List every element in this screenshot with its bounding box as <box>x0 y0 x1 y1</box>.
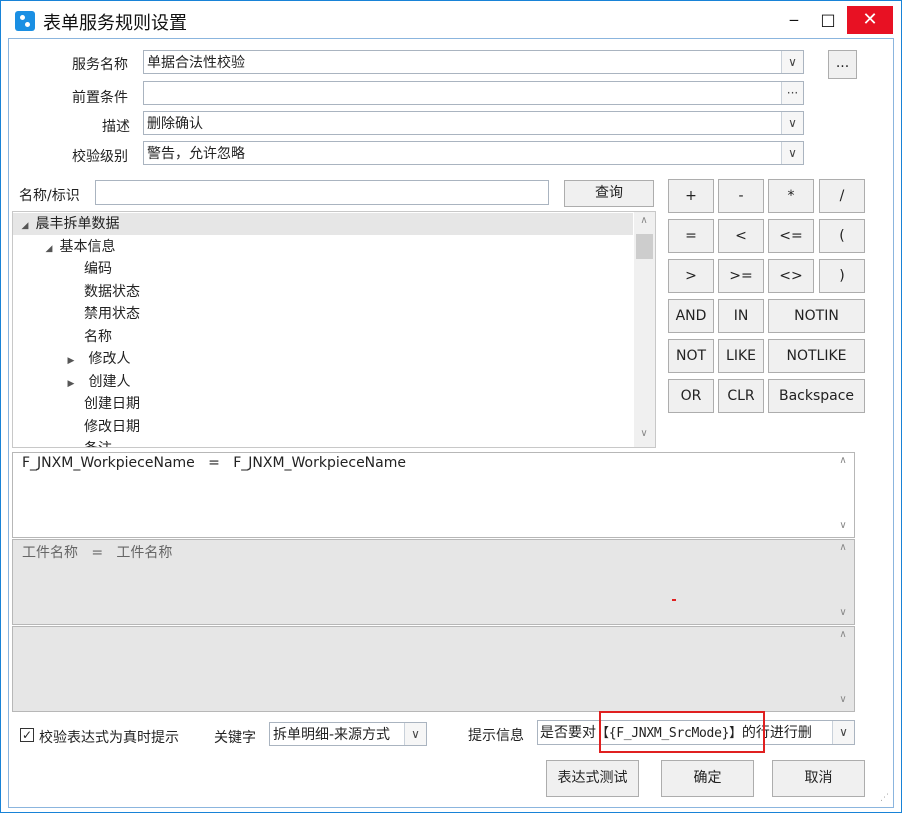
hint-label: 提示信息 <box>468 728 524 744</box>
app-icon <box>15 11 35 31</box>
tree-node-creator[interactable]: ▶ 创建人 <box>65 371 131 395</box>
op-like-button[interactable]: LIKE <box>718 339 764 373</box>
level-dropdown[interactable]: ∨ <box>781 142 803 164</box>
maximize-button[interactable]: □ <box>805 6 851 34</box>
tree-node-data-status[interactable]: 数据状态 <box>84 281 140 303</box>
search-button[interactable]: 查询 <box>564 180 654 207</box>
scroll-up-icon[interactable]: ∧ <box>636 215 652 226</box>
tree-node-create-date[interactable]: 创建日期 <box>84 393 140 415</box>
search-input[interactable] <box>95 180 549 205</box>
window-title: 表单服务规则设置 <box>43 13 187 34</box>
close-button[interactable]: ✕ <box>847 6 893 34</box>
description-value: 删除确认 <box>147 116 203 132</box>
op-not-button[interactable]: NOT <box>668 339 714 373</box>
scroll-down-icon[interactable]: ∨ <box>835 520 851 531</box>
description-label: 描述 <box>102 119 130 135</box>
tree-node-remark[interactable]: 备注 <box>84 438 112 447</box>
op-and-button[interactable]: AND <box>668 299 714 333</box>
precondition-browse-button[interactable]: ··· <box>781 82 803 104</box>
level-field[interactable]: 警告，允许忽略 <box>143 141 804 165</box>
op-greater-equal-button[interactable]: >= <box>718 259 764 293</box>
service-name-dropdown[interactable]: ∨ <box>781 51 803 73</box>
tree-node-disable-status[interactable]: 禁用状态 <box>84 303 140 325</box>
tree-node-modifier[interactable]: ▶ 修改人 <box>65 348 131 372</box>
tree-node-label: 晨丰拆单数据 <box>35 216 120 232</box>
realtime-check-label: 校验表达式为真时提示 <box>39 730 179 746</box>
op-minus-button[interactable]: - <box>718 179 764 213</box>
search-label: 名称/标识 <box>19 188 80 204</box>
expression-extra-panel: ∧ ∨ <box>12 626 855 712</box>
service-name-label: 服务名称 <box>72 57 128 73</box>
precondition-label: 前置条件 <box>72 90 128 106</box>
description-dropdown[interactable]: ∨ <box>781 112 803 134</box>
tree-node-label: 基本信息 <box>59 239 116 255</box>
collapse-icon[interactable]: ◢ <box>19 215 31 237</box>
scroll-down-icon[interactable]: ∨ <box>835 607 851 618</box>
tree-node-name[interactable]: 名称 <box>84 326 112 348</box>
expression-editor[interactable]: F_JNXM_WorkpieceName = F_JNXM_WorkpieceN… <box>12 452 855 538</box>
op-clear-button[interactable]: CLR <box>718 379 764 413</box>
description-field[interactable]: 删除确认 <box>143 111 804 135</box>
op-right-paren-button[interactable]: ) <box>819 259 865 293</box>
tree-node-modify-date[interactable]: 修改日期 <box>84 416 140 438</box>
tree-node-label: 修改人 <box>88 351 131 367</box>
tree-node-root[interactable]: ◢ 晨丰拆单数据 <box>19 213 120 237</box>
realtime-check-checkbox[interactable]: ✓ <box>20 728 34 742</box>
tree-node-code[interactable]: 编码 <box>84 258 112 280</box>
level-value: 警告，允许忽略 <box>147 146 245 162</box>
service-name-field[interactable]: 单据合法性校验 <box>143 50 804 74</box>
op-less-equal-button[interactable]: <= <box>768 219 814 253</box>
keyword-label: 关键字 <box>214 730 256 746</box>
hint-prefix: 是否要对 <box>540 725 596 741</box>
keyword-dropdown[interactable]: ∨ <box>404 723 426 745</box>
scroll-up-icon[interactable]: ∧ <box>835 455 851 466</box>
op-divide-button[interactable]: / <box>819 179 865 213</box>
op-in-button[interactable]: IN <box>718 299 764 333</box>
tree-scrollbar[interactable]: ∧ ∨ <box>634 212 655 447</box>
scroll-down-icon[interactable]: ∨ <box>636 428 652 439</box>
resize-grip-icon[interactable]: ⋰ <box>880 794 892 807</box>
precondition-field[interactable] <box>143 81 804 105</box>
red-dot-marker <box>672 599 676 601</box>
hint-dropdown[interactable]: ∨ <box>832 721 854 744</box>
expand-icon[interactable]: ▶ <box>65 373 77 395</box>
op-notlike-button[interactable]: NOTLIKE <box>768 339 865 373</box>
title-bar: 表单服务规则设置 ‒ □ ✕ <box>1 1 901 37</box>
scroll-down-icon[interactable]: ∨ <box>835 694 851 705</box>
scroll-up-icon[interactable]: ∧ <box>835 542 851 553</box>
op-equal-button[interactable]: = <box>668 219 714 253</box>
op-less-button[interactable]: < <box>718 219 764 253</box>
expression-display: 工件名称 = 工件名称 ∧ ∨ <box>12 539 855 625</box>
tree-scroll-thumb[interactable] <box>636 234 653 259</box>
keyword-value: 拆单明细-来源方式 <box>273 727 391 743</box>
op-backspace-button[interactable]: Backspace <box>768 379 865 413</box>
tree-node-basic-info[interactable]: ◢ 基本信息 <box>43 236 116 260</box>
op-multiply-button[interactable]: * <box>768 179 814 213</box>
op-not-equal-button[interactable]: <> <box>768 259 814 293</box>
level-label: 校验级别 <box>72 149 128 165</box>
op-plus-button[interactable]: + <box>668 179 714 213</box>
test-expression-button[interactable]: 表达式测试 <box>546 760 639 797</box>
expand-icon[interactable]: ▶ <box>65 350 77 372</box>
expression-display-text: 工件名称 = 工件名称 <box>22 545 173 561</box>
tree-node-label: 创建人 <box>88 374 131 390</box>
service-name-browse-button[interactable]: ... <box>828 50 857 79</box>
cancel-button[interactable]: 取消 <box>772 760 865 797</box>
collapse-icon[interactable]: ◢ <box>43 238 55 260</box>
op-notin-button[interactable]: NOTIN <box>768 299 865 333</box>
op-left-paren-button[interactable]: ( <box>819 219 865 253</box>
scroll-up-icon[interactable]: ∧ <box>835 629 851 640</box>
service-name-value: 单据合法性校验 <box>147 55 245 71</box>
highlight-annotation-box <box>599 711 765 753</box>
field-tree: ◢ 晨丰拆单数据 ◢ 基本信息 编码 数据状态 禁用状态 名称 ▶ 修改人 ▶ … <box>12 211 656 448</box>
ok-button[interactable]: 确定 <box>661 760 754 797</box>
op-greater-button[interactable]: > <box>668 259 714 293</box>
expression-text: F_JNXM_WorkpieceName = F_JNXM_WorkpieceN… <box>22 455 406 471</box>
op-or-button[interactable]: OR <box>668 379 714 413</box>
